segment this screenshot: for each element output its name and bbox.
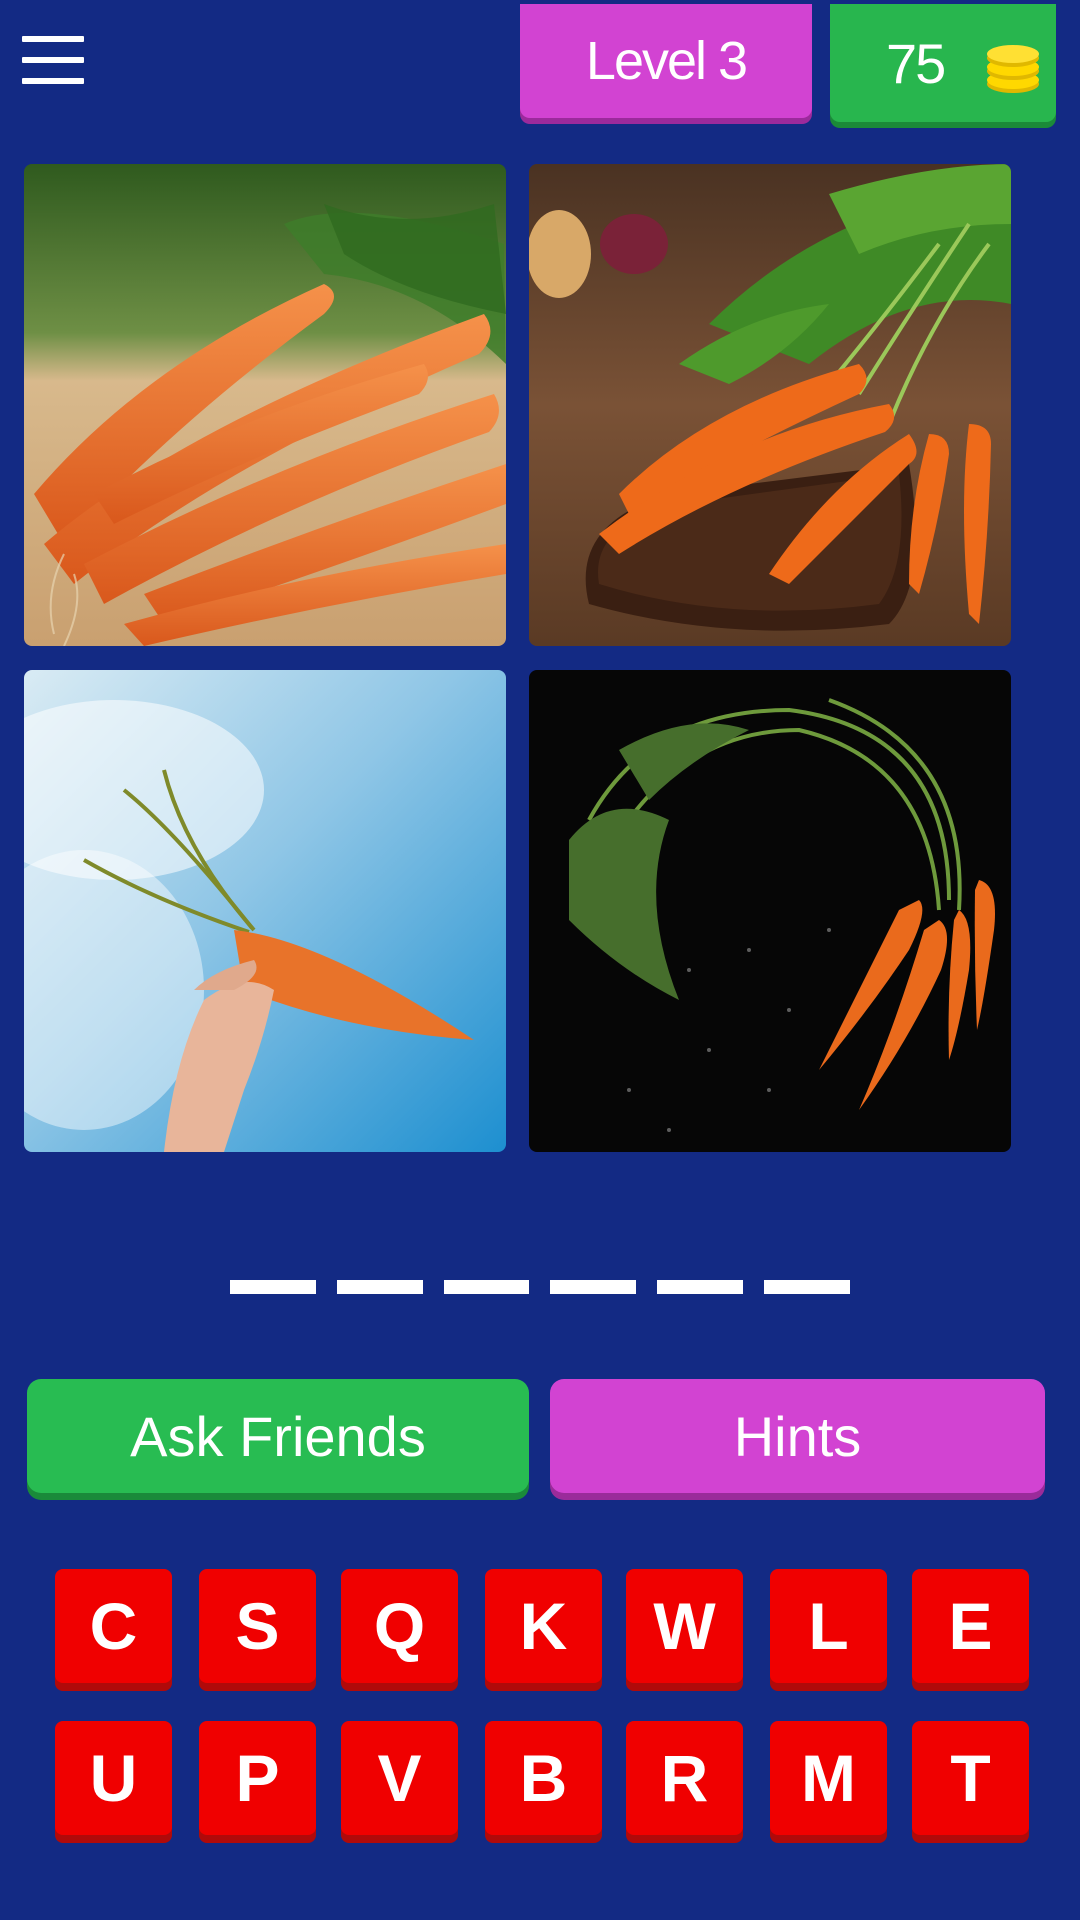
coin-stack-icon — [987, 45, 1039, 93]
answer-slot[interactable] — [550, 1280, 637, 1294]
letter-key[interactable]: S — [199, 1569, 316, 1683]
level-label: Level 3 — [585, 31, 748, 91]
carrots-on-board-image — [24, 164, 506, 646]
coin-count: 75 — [886, 31, 946, 95]
letter-key[interactable]: V — [341, 1721, 458, 1835]
carrot-bunch-black-image — [529, 670, 1011, 1152]
menu-icon[interactable] — [22, 36, 84, 90]
answer-slot[interactable] — [230, 1280, 316, 1294]
hand-carrot-sky-image — [24, 670, 506, 1152]
letter-key[interactable]: R — [626, 1721, 743, 1835]
letter-key[interactable]: K — [485, 1569, 602, 1683]
carrot-bunch-image — [529, 164, 1011, 646]
hints-button[interactable]: Hints — [550, 1379, 1045, 1493]
coin-badge[interactable]: 75 — [830, 4, 1056, 122]
letter-key[interactable]: L — [770, 1569, 887, 1683]
ask-friends-button[interactable]: Ask Friends — [27, 1379, 529, 1493]
answer-slot[interactable] — [443, 1280, 530, 1294]
answer-slots — [230, 1280, 850, 1294]
letter-key[interactable]: M — [770, 1721, 887, 1835]
letter-key[interactable]: E — [912, 1569, 1029, 1683]
picture-1-carrots-on-board[interactable] — [24, 164, 506, 646]
picture-3-hand-holding-carrot-sky[interactable] — [24, 670, 506, 1152]
level-badge: Level 3 — [520, 4, 812, 118]
answer-slot[interactable] — [336, 1280, 423, 1294]
letter-key[interactable]: U — [55, 1721, 172, 1835]
letter-key[interactable]: Q — [341, 1569, 458, 1683]
letter-key[interactable]: T — [912, 1721, 1029, 1835]
ask-friends-label: Ask Friends — [130, 1404, 426, 1468]
picture-2-carrot-bunch-on-cutting-board[interactable] — [529, 164, 1011, 646]
answer-slot[interactable] — [657, 1280, 744, 1294]
letter-key[interactable]: W — [626, 1569, 743, 1683]
answer-slot[interactable] — [764, 1280, 850, 1294]
picture-4-carrot-bunch-black-background[interactable] — [529, 670, 1011, 1152]
hints-label: Hints — [733, 1404, 862, 1468]
letter-key[interactable]: C — [55, 1569, 172, 1683]
letter-key[interactable]: B — [485, 1721, 602, 1835]
letter-key[interactable]: P — [199, 1721, 316, 1835]
